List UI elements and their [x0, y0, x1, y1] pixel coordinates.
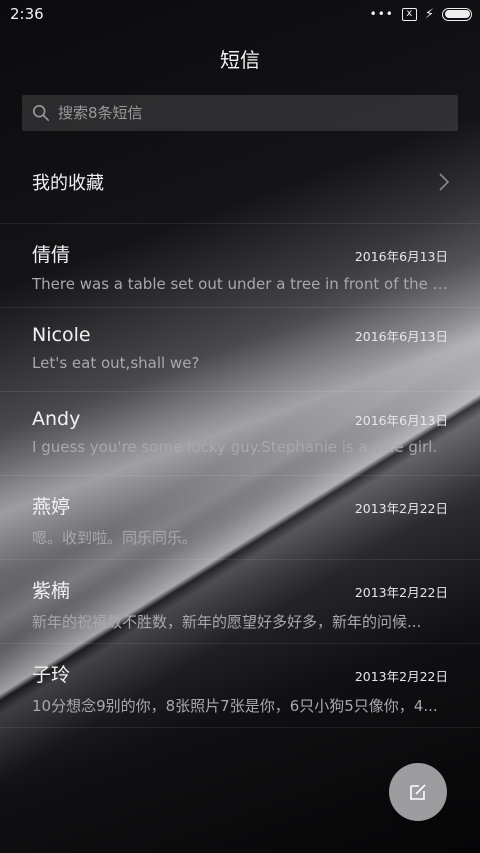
contact-name: 燕婷: [32, 496, 71, 518]
message-date: 2016年6月13日: [354, 249, 448, 264]
search-input[interactable]: [58, 104, 458, 122]
status-bar: 2:36 ••• x ⚡: [0, 0, 480, 28]
message-date: 2013年2月22日: [354, 585, 448, 600]
chevron-right-icon: [439, 172, 450, 191]
message-date: 2013年2月22日: [354, 501, 448, 516]
contact-name: 紫楠: [32, 580, 71, 602]
status-time: 2:36: [10, 5, 44, 23]
contact-name: Nicole: [32, 324, 91, 346]
conversation-item[interactable]: 燕婷 2013年2月22日 嗯。收到啦。同乐同乐。: [0, 476, 480, 560]
favorites-label: 我的收藏: [32, 172, 104, 194]
contact-name: 倩倩: [32, 244, 71, 266]
message-date: 2013年2月22日: [354, 669, 448, 684]
conversation-item[interactable]: Andy 2016年6月13日 I guess you're some luck…: [0, 392, 480, 476]
sim-x-icon: x: [401, 7, 417, 21]
battery-icon: [442, 7, 472, 21]
search-bar[interactable]: [22, 95, 458, 131]
message-snippet: 嗯。收到啦。同乐同乐。: [32, 529, 198, 547]
conversation-item[interactable]: 倩倩 2016年6月13日 There was a table set out …: [0, 224, 480, 308]
message-snippet: Let's eat out,shall we?: [32, 354, 200, 372]
compose-button[interactable]: [389, 763, 447, 821]
conversation-item[interactable]: 子玲 2013年2月22日 10分想念9别的你，8张照片7张是你，6只小狗5只像…: [0, 644, 480, 728]
conversation-item[interactable]: Nicole 2016年6月13日 Let's eat out,shall we…: [0, 308, 480, 392]
message-snippet: 新年的祝福数不胜数，新年的愿望好多好多，新年的问候...: [32, 613, 422, 631]
message-snippet: There was a table set out under a tree i…: [32, 275, 448, 293]
conversation-list: 倩倩 2016年6月13日 There was a table set out …: [0, 224, 480, 728]
favorites-row[interactable]: 我的收藏: [0, 140, 480, 224]
page-title: 短信: [220, 48, 260, 72]
status-icons: ••• x ⚡: [370, 7, 472, 22]
contact-name: Andy: [32, 408, 81, 430]
charging-bolt-icon: ⚡: [424, 6, 434, 22]
signal-dots-icon: •••: [369, 7, 394, 21]
compose-icon: [410, 784, 426, 800]
search-icon: [32, 104, 50, 122]
contact-name: 子玲: [32, 664, 71, 686]
message-snippet: 10分想念9别的你，8张照片7张是你，6只小狗5只像你，4...: [32, 697, 438, 715]
conversation-item[interactable]: 紫楠 2013年2月22日 新年的祝福数不胜数，新年的愿望好多好多，新年的问候.…: [0, 560, 480, 644]
message-date: 2016年6月13日: [354, 329, 448, 344]
message-date: 2016年6月13日: [354, 413, 448, 428]
message-snippet: I guess you're some lucky guy.Stephanie …: [32, 438, 438, 456]
